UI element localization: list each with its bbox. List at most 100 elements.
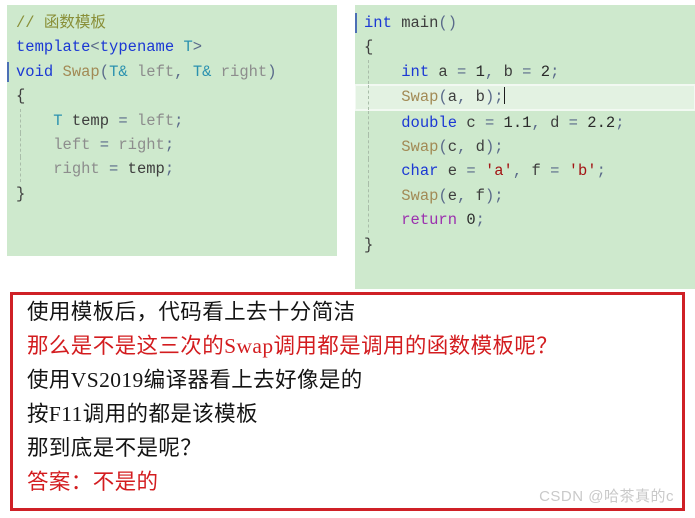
code-token-punct: < [90,38,100,57]
code-token-func: Swap [62,62,100,81]
code-token-punct: > [192,38,203,57]
code-token-id [16,160,53,178]
code-token-comment: // 函数模板 [16,14,106,32]
code-token-id: a [429,62,448,81]
code-token-id: { [364,38,374,57]
code-token-punct: = [99,160,128,179]
code-token-num: 1.1 [503,113,532,132]
code-line[interactable]: return 0; [355,208,695,233]
code-token-punct: ) [484,186,495,205]
code-line[interactable]: right = temp; [7,157,337,183]
code-token-idlite: right [211,62,268,81]
code-token-func: Swap [401,186,439,205]
code-token-punct: = [447,62,476,81]
code-token-id: } [364,235,374,254]
code-token-idlite: right [53,160,100,179]
note-text-line: 使用VS2019编译器看上去好像是的 [27,368,363,392]
code-token-id: temp [62,111,110,130]
code-line[interactable]: void Swap(T& left, T& right) [7,60,337,84]
code-line[interactable]: double c = 1.1, d = 2.2; [355,110,695,136]
code-pane-template[interactable]: // 函数模板 template<typename T> void Swap(T& … [7,5,337,256]
code-token-punct: , [531,113,541,132]
code-token-punct: ( [438,88,448,107]
code-token-id [364,162,401,180]
code-token-key: char [401,162,439,181]
code-token-id: f [466,186,485,205]
code-token-punct: ) [267,62,277,81]
code-token-idlite: left [136,111,175,130]
code-token-punct: ; [615,113,625,132]
code-token-id [16,136,53,154]
code-token-id: d [540,113,560,132]
code-line[interactable]: int a = 1, b = 2; [355,59,695,85]
code-token-id [53,63,62,81]
code-token-punct: () [438,14,458,32]
code-token-punct: ; [550,62,560,81]
code-token-key: double [401,113,458,132]
code-token-key: typename [99,38,175,57]
code-token-id: c [457,113,476,132]
code-token-key: int [364,14,392,32]
note-text-line: 按F11调用的都是该模板 [27,402,258,426]
code-token-char: 'a' [484,162,513,181]
code-token-func: Swap [401,88,439,107]
code-token-func: Swap [401,137,439,156]
code-line[interactable]: char e = 'a', f = 'b'; [355,159,695,185]
code-line[interactable]: Swap(c, d); [355,134,695,160]
code-token-id [364,88,401,106]
code-line[interactable]: } [7,182,337,206]
code-token-id: e [447,186,458,205]
code-token-punct: , [484,62,495,81]
code-token-punct: = [475,113,504,132]
code-token-id [184,63,193,81]
code-token-punct: = [109,111,137,130]
code-token-punct: = [540,162,569,181]
code-line[interactable]: T temp = left; [7,108,337,134]
code-token-key: template [16,38,91,57]
code-token-punct: ; [494,88,504,107]
code-token-id: c [447,137,458,156]
code-token-id: } [16,184,26,203]
code-token-id: e [438,162,458,181]
code-token-char: 'b' [568,162,597,181]
code-line[interactable]: int main() [355,11,695,35]
code-line[interactable]: left = right; [7,132,337,158]
code-pane-main[interactable]: int main(){ int a = 1, b = 2; Swap(a, b)… [355,5,695,289]
code-token-id [364,187,401,205]
code-token-id: a [447,88,458,107]
code-token-num: 1 [475,62,485,81]
code-token-id: main [391,14,439,32]
note-text-line: 那到底是不是呢？ [27,436,203,460]
code-line[interactable]: Swap(a, b); [355,84,695,111]
code-token-id: temp [127,160,165,179]
code-line[interactable]: // 函数模板 [7,11,337,35]
text-caret [503,87,505,105]
code-token-punct: = [457,162,485,181]
csdn-watermark: CSDN @哈茶真的c [539,488,674,505]
code-token-type: T [183,38,193,57]
code-token-idlite: right [118,135,165,154]
code-line[interactable]: } [355,233,695,257]
code-token-num: 2.2 [587,113,616,132]
code-token-id: { [16,87,26,106]
code-token-num: 2 [540,62,551,81]
code-token-num: 0 [457,211,476,230]
code-token-punct: ; [494,186,504,205]
code-token-punct: , [457,186,467,205]
code-line[interactable]: Swap(e, f); [355,183,695,209]
code-token-punct: ( [438,137,448,156]
code-token-idlite: left [127,62,175,81]
code-token-punct: ; [164,135,175,154]
note-text-line: 那么是不是这三次的Swap调用都是调用的函数模板呢？ [27,334,559,358]
code-line[interactable]: { [355,35,695,59]
code-token-punct: ; [164,160,175,179]
code-line[interactable]: { [7,84,337,108]
code-token-punct: ( [438,186,448,205]
code-token-key: void [16,62,54,81]
code-token-id: d [466,137,485,156]
code-token-key: int [401,62,430,81]
code-token-id: b [494,62,513,81]
code-token-id: b [466,88,485,107]
code-line[interactable]: template<typename T> [7,35,337,59]
code-token-punct: ) [484,137,495,156]
